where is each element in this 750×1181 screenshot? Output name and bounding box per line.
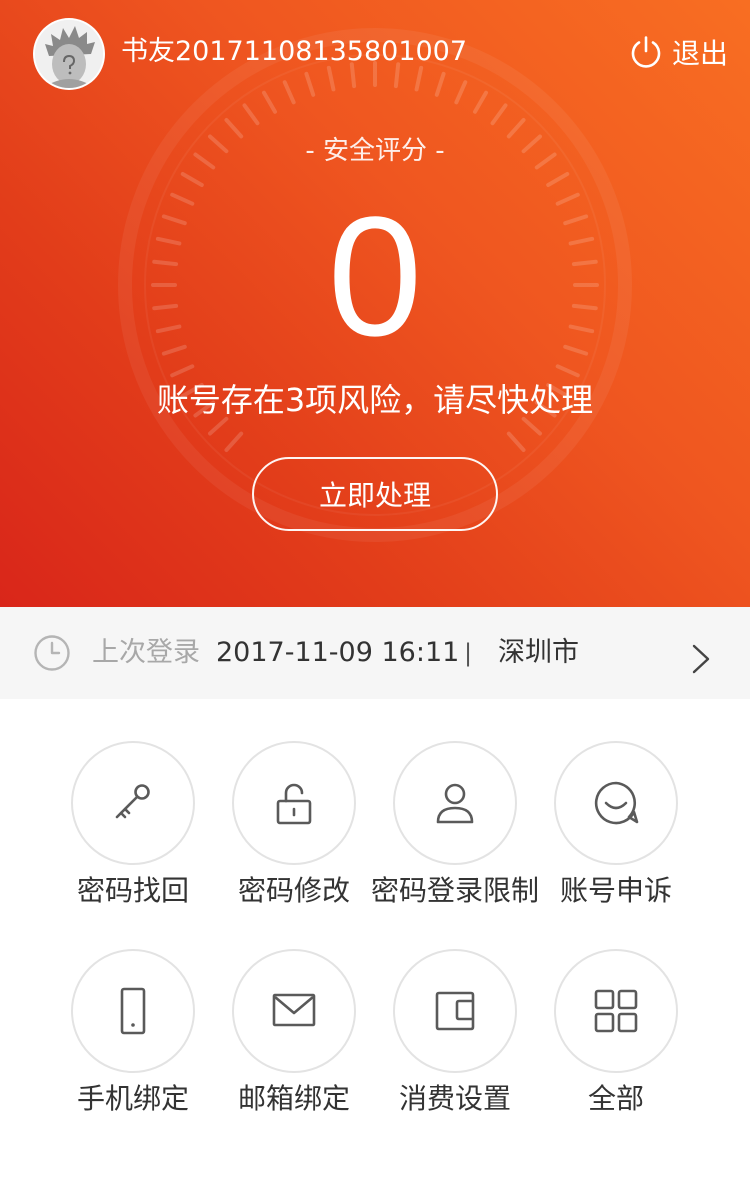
security-score: 0 (327, 182, 423, 372)
security-actions-grid: 密码找回 密码修改 密码登录限制 账号申诉 手机绑定 邮箱绑定 消费设置 全部 (0, 699, 750, 1181)
last-login-bar[interactable]: 上次登录 2017-11-09 16:11 | 深圳市 (0, 607, 750, 699)
action-label: 邮箱绑定 (237, 1082, 350, 1115)
phone-icon (120, 987, 146, 1035)
dial-tick (555, 364, 580, 378)
security-header: 书友20171108135801007 退出 - 安全评分 - 0 账号存在3项… (0, 0, 750, 607)
dial-tick (546, 172, 570, 187)
avatar[interactable] (33, 18, 105, 90)
last-login-label: 上次登录 (92, 637, 200, 668)
key-icon (115, 784, 150, 819)
chat-icon (594, 781, 639, 825)
dial-tick (434, 71, 446, 97)
dial-tick (473, 90, 488, 114)
fix-now-button[interactable]: 立即处理 (252, 457, 498, 531)
dial-tick (170, 364, 195, 378)
action-label: 密码修改 (237, 874, 350, 907)
power-icon (631, 36, 661, 68)
action-icon-circle (71, 741, 195, 865)
dial-tick (282, 80, 296, 105)
grid-icon (594, 989, 638, 1033)
unlock-icon (276, 783, 312, 825)
action-icon-circle (232, 741, 356, 865)
risk-message: 账号存在3项风险，请尽快处理 (156, 381, 594, 419)
mail-icon (272, 993, 316, 1027)
action-icon-circle (232, 949, 356, 1073)
wallet-icon (435, 991, 475, 1031)
action-icon-circle (393, 741, 517, 865)
action-icon-circle (393, 949, 517, 1073)
action-icon-circle (554, 949, 678, 1073)
dial-tick (454, 80, 468, 105)
username: 书友20171108135801007 (121, 36, 468, 67)
dial-tick (490, 103, 508, 126)
action-icon-circle (554, 741, 678, 865)
dial-tick (414, 65, 424, 92)
dial-tick (262, 90, 277, 114)
dial-tick (180, 172, 204, 187)
user-icon (436, 783, 474, 824)
avatar-placeholder-icon (35, 20, 103, 88)
dial-tick (304, 71, 316, 97)
action-label: 全部 (587, 1082, 644, 1115)
action-label: 消费设置 (398, 1082, 511, 1115)
action-label: 手机绑定 (76, 1082, 189, 1115)
clock-icon (34, 635, 70, 671)
score-title: - 安全评分 - (305, 136, 445, 166)
action-label: 密码找回 (76, 874, 189, 907)
dial-tick (224, 431, 244, 452)
action-label: 密码登录限制 (370, 874, 539, 907)
logout-button[interactable]: 退出 (628, 32, 728, 72)
dial-tick (326, 65, 336, 92)
dial-tick (242, 103, 260, 126)
last-login-city: 深圳市 (498, 637, 579, 668)
action-label: 账号申诉 (559, 874, 672, 907)
action-icon-circle (71, 949, 195, 1073)
chevron-right-icon (692, 644, 710, 674)
logout-label: 退出 (672, 37, 729, 70)
dial-tick (506, 431, 526, 452)
separator: | (464, 639, 473, 667)
last-login-time: 2017-11-09 16:11 (216, 637, 460, 668)
